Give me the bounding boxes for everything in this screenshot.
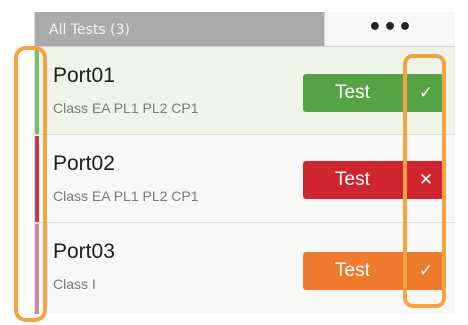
test-button-label: Test (335, 82, 370, 103)
test-row-port02[interactable]: Port02 Class EA PL1 PL2 CP1 Test ✕ (35, 136, 455, 223)
port-class: Class I (53, 276, 96, 292)
header-title: All Tests (3) (49, 22, 130, 38)
more-options-button[interactable]: ••• (324, 12, 455, 46)
screenshot-stage: All Tests (3) ••• Port01 Class EA PL1 PL… (0, 0, 468, 325)
port-name: Port02 (53, 152, 115, 175)
port-name: Port03 (53, 240, 115, 263)
port-class: Class EA PL1 PL2 CP1 (53, 188, 199, 204)
tests-header: All Tests (3) ••• (35, 12, 455, 47)
test-row-port01[interactable]: Port01 Class EA PL1 PL2 CP1 Test ✓ (35, 48, 455, 135)
highlight-result-icons (403, 54, 446, 308)
test-button-label: Test (335, 260, 370, 281)
test-button-label: Test (335, 169, 370, 190)
test-row-port03[interactable]: Port03 Class I Test ✓ (35, 224, 455, 314)
port-class: Class EA PL1 PL2 CP1 (53, 100, 199, 116)
port-name: Port01 (53, 64, 115, 87)
tests-panel: All Tests (3) ••• Port01 Class EA PL1 PL… (34, 12, 455, 314)
highlight-status-column (14, 46, 47, 322)
